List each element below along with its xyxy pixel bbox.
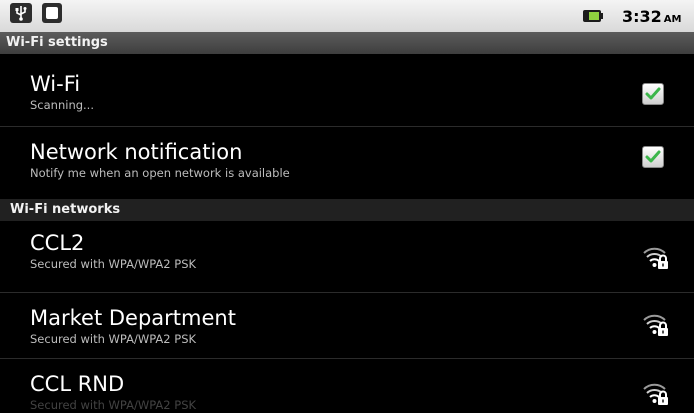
- network-security: Secured with WPA/WPA2 PSK: [30, 332, 197, 346]
- status-bar: 3:32 AM: [0, 0, 694, 32]
- network-item-ccl-rnd[interactable]: CCL RND Secured with WPA/WPA2 PSK: [0, 371, 694, 413]
- network-item-market-department[interactable]: Market Department Secured with WPA/WPA2 …: [0, 305, 694, 347]
- network-item-ccl2[interactable]: CCL2 Secured with WPA/WPA2 PSK: [0, 230, 694, 272]
- clock-ampm: AM: [663, 14, 682, 25]
- wifi-toggle-row[interactable]: Wi-Fi Scanning...: [0, 71, 694, 113]
- network-name: CCL2: [30, 231, 85, 255]
- battery-icon: [583, 8, 603, 27]
- divider: [0, 292, 694, 293]
- check-icon: [645, 87, 661, 100]
- check-icon: [645, 150, 661, 163]
- network-notification-row[interactable]: Network notification Notify me when an o…: [0, 139, 694, 181]
- wifi-lock-icon: [643, 311, 669, 341]
- network-name: CCL RND: [30, 372, 125, 396]
- clock-time: 3:32: [622, 7, 662, 26]
- wifi-checkbox[interactable]: [642, 83, 664, 105]
- sd-card-icon: [42, 2, 62, 28]
- wifi-summary: Scanning...: [30, 98, 94, 112]
- network-notification-title: Network notification: [30, 140, 243, 164]
- usb-icon: [10, 2, 32, 28]
- settings-header: Wi-Fi settings: [0, 32, 694, 54]
- wifi-lock-icon: [643, 244, 669, 274]
- networks-header: Wi-Fi networks: [0, 199, 694, 221]
- network-notification-checkbox[interactable]: [642, 146, 664, 168]
- divider: [0, 126, 694, 127]
- clock: 3:32 AM: [622, 7, 682, 26]
- wifi-title: Wi-Fi: [30, 72, 81, 96]
- network-security: Secured with WPA/WPA2 PSK: [30, 257, 197, 271]
- wifi-lock-icon: [643, 380, 669, 410]
- network-name: Market Department: [30, 306, 236, 330]
- divider: [0, 358, 694, 359]
- network-notification-summary: Notify me when an open network is availa…: [30, 166, 290, 180]
